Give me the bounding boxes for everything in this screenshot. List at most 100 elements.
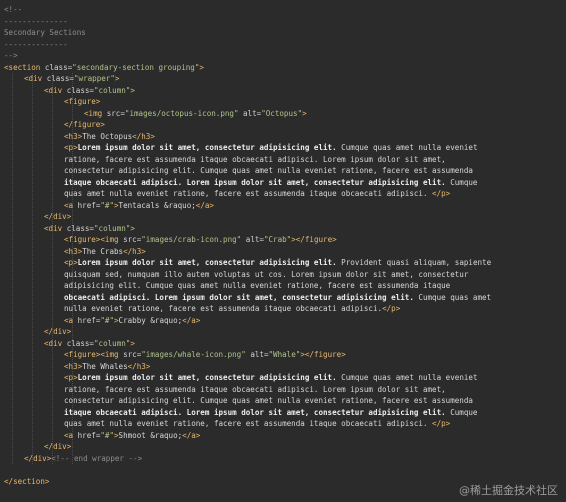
code-token-str: "images/octopus-icon.png" [124,108,239,118]
code-token-tag: <p> [64,258,78,267]
code-token-text: Cumque quas amet nulla eveniet [336,143,478,152]
code-line: consectetur adipisicing elit. Cumque qua… [64,395,473,407]
code-token-str: "Whale" [268,350,301,359]
code-line: --> [4,50,18,62]
code-token-str: "Crab" [263,235,292,244]
code-token-tag: <a [64,315,78,325]
code-line: <p>Lorem ipsum dolor sit amet, consectet… [64,372,478,384]
code-line: </div><!-- end wrapper --> [24,453,142,465]
code-token-tag: <div [24,74,47,83]
code-token-tag: <h3> [64,361,83,371]
code-line: Secondary Sections [4,27,86,39]
code-token-str: "column" [93,338,131,348]
code-line: ratione, facere est assumenda itaque obc… [64,384,446,396]
code-line: nulla eveniet ratione, facere est assume… [64,303,400,315]
code-token-tag: <p> [64,373,78,382]
code-token-comment: -------------- [4,16,68,26]
code-line: -------------- [4,39,68,51]
code-token-text: Shmoot &raquo; [118,430,183,440]
code-token-text: quas amet nulla eveniet ratione, facere … [64,189,433,198]
watermark: @稀土掘金技术社区 [459,484,558,497]
code-token-tag: > [130,223,135,233]
code-line: quas amet nulla eveniet ratione, facere … [64,418,450,430]
code-token-tag: <img [84,108,107,118]
code-token-tag: </figure> [64,120,105,129]
code-line: obcaecati adipisci. Lorem ipsum dolor si… [64,292,491,304]
code-token-bold: Lorem ipsum dolor sit amet, consectetur … [77,258,337,267]
code-token-bold: Lorem ipsum dolor sit amet, consectetur … [77,373,337,382]
code-token-attr: class= [44,62,73,72]
code-line: <a href="#">Tentacals &raquo;</a> [64,200,214,212]
indent-guide [32,73,33,464]
code-line: <div class="column"> [44,85,135,97]
code-token-tag: <img [100,235,124,244]
code-line: <h3>The Octopus</h3> [64,131,155,143]
code-token-str: "column" [93,85,131,95]
code-token-text: Cumque [445,177,478,187]
code-token-tag: </div> [44,212,72,221]
code-token-tag: </a> [182,430,201,440]
code-line: <a href="#">Shmoot &raquo;</a> [64,430,200,442]
code-token-text: ratione, facere est assumenda itaque obc… [64,384,446,394]
code-token-text: Cumque [445,407,478,417]
code-editor[interactable]: <!-- -------------- Secondary Sections ----… [0,0,566,502]
code-token-comment: <!-- [4,5,23,14]
code-token-attr: alt= [238,108,262,118]
code-token-tag: </a> [195,200,214,210]
code-token-tag: <figure> [64,97,101,106]
code-line: <h3>The Crabs</h3> [64,246,146,258]
code-token-str: "#" [100,200,114,210]
code-token-text: ratione, facere est assumenda itaque obc… [64,154,446,164]
code-token-text: adipisicing elit. Cumque quas amet nulla… [64,281,451,290]
code-token-attr: class= [66,85,94,95]
code-line: adipisicing elit. Cumque quas amet nulla… [64,280,450,292]
code-token-str: "secondary-section grouping" [72,62,200,72]
code-token-tag: <section [4,62,45,72]
code-token-str: "#" [100,315,114,325]
code-token-attr: alt= [245,350,269,359]
code-line: <figure><img src="images/whale-icon.png"… [64,349,346,361]
code-line: <p>Lorem ipsum dolor sit amet, consectet… [64,142,478,154]
code-token-tag: <figure> [64,235,101,244]
code-line: <figure><img src="images/crab-icon.png" … [64,234,337,246]
code-token-text: quisquam sed, numquam illo autem volupta… [64,269,469,279]
code-line: </div> [44,211,71,223]
indent-guide [52,73,53,464]
code-token-tag: <img [100,350,124,359]
code-token-tag: > [130,85,135,95]
code-token-tag: > [114,74,120,83]
code-token-text: The Octopus [82,131,133,141]
code-token-attr: class= [46,74,74,83]
code-token-tag: </p> [432,189,451,198]
code-token-tag: <h3> [64,131,83,141]
code-token-text: Tentacals &raquo; [118,200,196,210]
code-line: <a href="#">Crabby &raquo;</a> [64,315,200,327]
code-line: <div class="column"> [44,223,135,235]
code-token-tag: <div [44,338,67,348]
indent-guide [12,73,13,464]
code-token-tag: > [130,338,135,348]
code-line: <section class="secondary-section groupi… [4,62,204,74]
code-token-tag: </figure> [304,350,346,359]
code-token-tag: <p> [64,143,78,152]
code-token-comment: -------------- [4,39,68,49]
code-line: </figure> [64,119,105,131]
code-token-tag: > [199,62,204,72]
code-token-str: "column" [93,223,131,233]
code-token-tag: </div> [44,442,72,451]
code-token-text: quas amet nulla eveniet ratione, facere … [64,419,433,428]
code-token-text: Cumque quas amet [413,292,492,302]
code-token-str: "images/crab-icon.png" [141,235,242,244]
code-line: <div class="column"> [44,338,135,350]
code-token-str: "#" [100,430,114,440]
code-token-tag: </section> [4,476,50,486]
code-token-attr: href= [77,430,101,440]
code-token-attr: src= [123,350,142,359]
code-token-text: The Crabs [82,246,124,256]
code-token-attr: alt= [241,235,264,244]
code-line: -------------- [4,16,68,28]
code-token-comment: Secondary Sections [4,28,86,37]
code-line: <p>Lorem ipsum dolor sit amet, consectet… [64,257,491,269]
code-token-str: "wrapper" [73,74,115,83]
code-token-attr: src= [106,108,125,118]
